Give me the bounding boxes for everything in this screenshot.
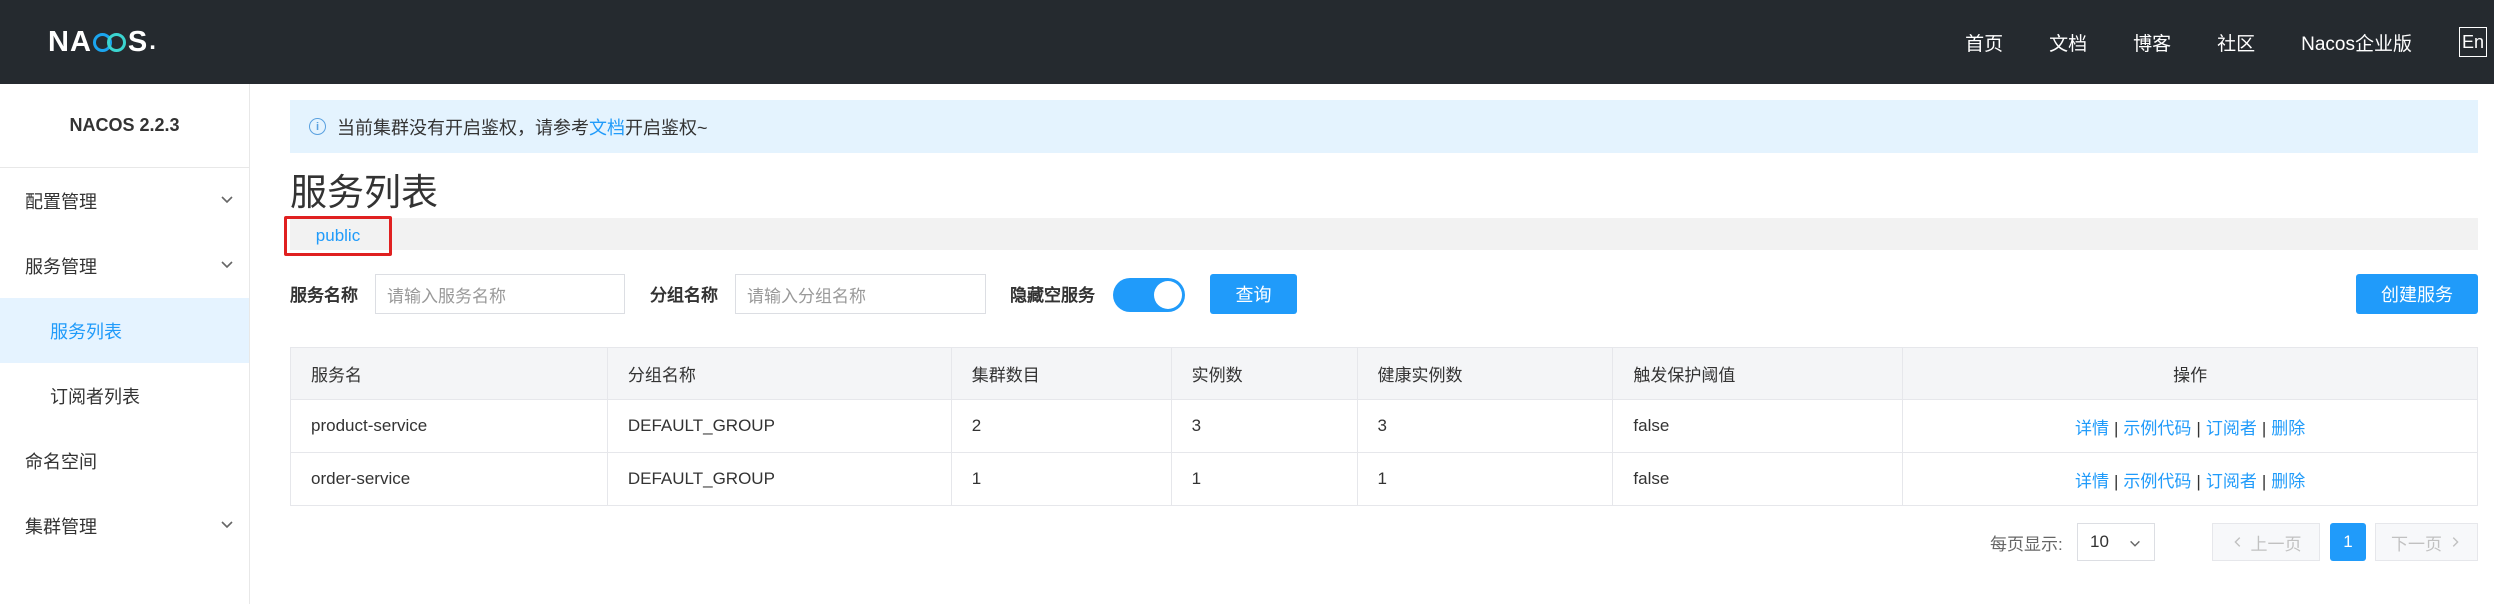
cell-group-name: DEFAULT_GROUP: [606, 399, 952, 453]
sidebar-item-label: 配置管理: [25, 191, 97, 212]
info-icon: i: [309, 118, 326, 135]
next-page-label: 下一页: [2391, 534, 2442, 554]
logo-infinity-icon: [92, 31, 127, 53]
cell-service-name: order-service: [290, 452, 608, 506]
table-header-row: 服务名 分组名称 集群数目 实例数 健康实例数 触发保护阈值 操作: [290, 347, 2478, 400]
sample-code-link[interactable]: 示例代码: [2123, 472, 2191, 491]
sidebar-item-label: 服务列表: [50, 321, 122, 342]
sidebar: NACOS 2.2.3 配置管理 服务管理 服务列表 订阅者列表 命名空间 集群…: [0, 84, 250, 604]
cell-healthy-count: 1: [1356, 452, 1614, 506]
sample-code-link[interactable]: 示例代码: [2123, 419, 2191, 438]
notice-doc-link[interactable]: 文档: [589, 114, 625, 140]
col-instance-count: 实例数: [1170, 347, 1358, 400]
notice-suffix: 开启鉴权~: [625, 117, 708, 138]
page-size-value: 10: [2090, 532, 2109, 551]
service-name-input[interactable]: [375, 274, 625, 314]
chevron-down-icon: [221, 261, 233, 269]
table-row: product-service DEFAULT_GROUP 2 3 3 fals…: [290, 399, 2478, 453]
nav-docs[interactable]: 文档: [2049, 29, 2087, 56]
col-operations: 操作: [1902, 347, 2478, 400]
cell-healthy-count: 3: [1356, 399, 1614, 453]
namespace-tab-public[interactable]: public: [284, 216, 392, 256]
top-header: NA S. 首页 文档 博客 社区 Nacos企业版 En: [0, 0, 2494, 84]
sidebar-item-cluster-management[interactable]: 集群管理: [0, 493, 249, 558]
subscribers-link[interactable]: 订阅者: [2206, 472, 2257, 491]
language-switch-button[interactable]: En: [2459, 27, 2487, 57]
cell-group-name: DEFAULT_GROUP: [606, 452, 952, 506]
chevron-right-icon: [2452, 537, 2459, 547]
subscribers-link[interactable]: 订阅者: [2206, 419, 2257, 438]
col-cluster-count: 集群数目: [950, 347, 1172, 400]
service-table: 服务名 分组名称 集群数目 实例数 健康实例数 触发保护阈值 操作 produc…: [290, 347, 2478, 506]
auth-notice: i 当前集群没有开启鉴权，请参考 文档 开启鉴权~: [290, 100, 2478, 153]
detail-link[interactable]: 详情: [2075, 472, 2109, 491]
namespace-bar: public: [284, 216, 2478, 256]
nav-blog[interactable]: 博客: [2133, 29, 2171, 56]
next-page-button[interactable]: 下一页: [2375, 523, 2478, 561]
sidebar-item-label: 订阅者列表: [50, 386, 140, 407]
cell-operations: 详情 | 示例代码 | 订阅者 | 删除: [1902, 399, 2478, 453]
sidebar-item-label: 服务管理: [25, 256, 97, 277]
cell-protect-threshold: false: [1612, 452, 1904, 506]
page-title: 服务列表: [290, 172, 438, 213]
prev-page-button[interactable]: 上一页: [2212, 523, 2320, 561]
chevron-left-icon: [2233, 537, 2240, 547]
logo-letters-na: NA: [48, 25, 92, 58]
cell-operations: 详情 | 示例代码 | 订阅者 | 删除: [1902, 452, 2478, 506]
delete-link[interactable]: 删除: [2271, 419, 2305, 438]
cell-instance-count: 3: [1170, 399, 1358, 453]
service-name-label: 服务名称: [290, 285, 358, 305]
version-label: NACOS 2.2.3: [0, 84, 249, 168]
nav-enterprise[interactable]: Nacos企业版: [2301, 29, 2412, 56]
cell-service-name: product-service: [290, 399, 608, 453]
chevron-down-icon: [221, 196, 233, 204]
group-name-input[interactable]: [735, 274, 986, 314]
top-nav: 首页 文档 博客 社区 Nacos企业版: [1919, 0, 2412, 84]
cell-cluster-count: 2: [950, 399, 1172, 453]
nacos-logo[interactable]: NA S.: [48, 24, 157, 60]
chevron-down-icon: [2130, 540, 2140, 547]
notice-prefix: 当前集群没有开启鉴权，请参考: [337, 117, 589, 138]
nav-community[interactable]: 社区: [2217, 29, 2255, 56]
cell-cluster-count: 1: [950, 452, 1172, 506]
cell-instance-count: 1: [1170, 452, 1358, 506]
chevron-down-icon: [221, 521, 233, 529]
hide-empty-toggle[interactable]: [1113, 278, 1185, 312]
sidebar-item-label: 命名空间: [25, 451, 97, 472]
detail-link[interactable]: 详情: [2075, 419, 2109, 438]
group-name-label: 分组名称: [650, 285, 718, 305]
table-row: order-service DEFAULT_GROUP 1 1 1 false …: [290, 452, 2478, 506]
col-healthy-count: 健康实例数: [1356, 347, 1614, 400]
nav-home[interactable]: 首页: [1965, 29, 2003, 56]
sidebar-item-config-management[interactable]: 配置管理: [0, 168, 249, 233]
page-size-label: 每页显示:: [1990, 534, 2063, 554]
hide-empty-label: 隐藏空服务: [1010, 285, 1095, 305]
sidebar-item-service-list[interactable]: 服务列表: [0, 298, 249, 363]
sidebar-item-label: 集群管理: [25, 516, 97, 537]
sidebar-item-namespace[interactable]: 命名空间: [0, 428, 249, 493]
pagination: 每页显示: 10 上一页 1 下一页: [290, 521, 2478, 563]
query-button[interactable]: 查询: [1210, 274, 1297, 314]
sidebar-item-subscriber-list[interactable]: 订阅者列表: [0, 363, 249, 428]
delete-link[interactable]: 删除: [2271, 472, 2305, 491]
sidebar-item-service-management[interactable]: 服务管理: [0, 233, 249, 298]
filter-bar: 服务名称 分组名称 隐藏空服务 查询 创建服务: [290, 272, 2478, 314]
create-service-button[interactable]: 创建服务: [2356, 274, 2478, 314]
prev-page-label: 上一页: [2250, 534, 2302, 554]
cell-protect-threshold: false: [1612, 399, 1904, 453]
logo-letter-s: S: [127, 25, 149, 58]
col-protect-threshold: 触发保护阈值: [1612, 347, 1904, 400]
page-size-select[interactable]: 10: [2077, 523, 2155, 561]
page-1-button[interactable]: 1: [2330, 523, 2366, 561]
col-group-name: 分组名称: [606, 347, 952, 400]
col-service-name: 服务名: [290, 347, 608, 400]
